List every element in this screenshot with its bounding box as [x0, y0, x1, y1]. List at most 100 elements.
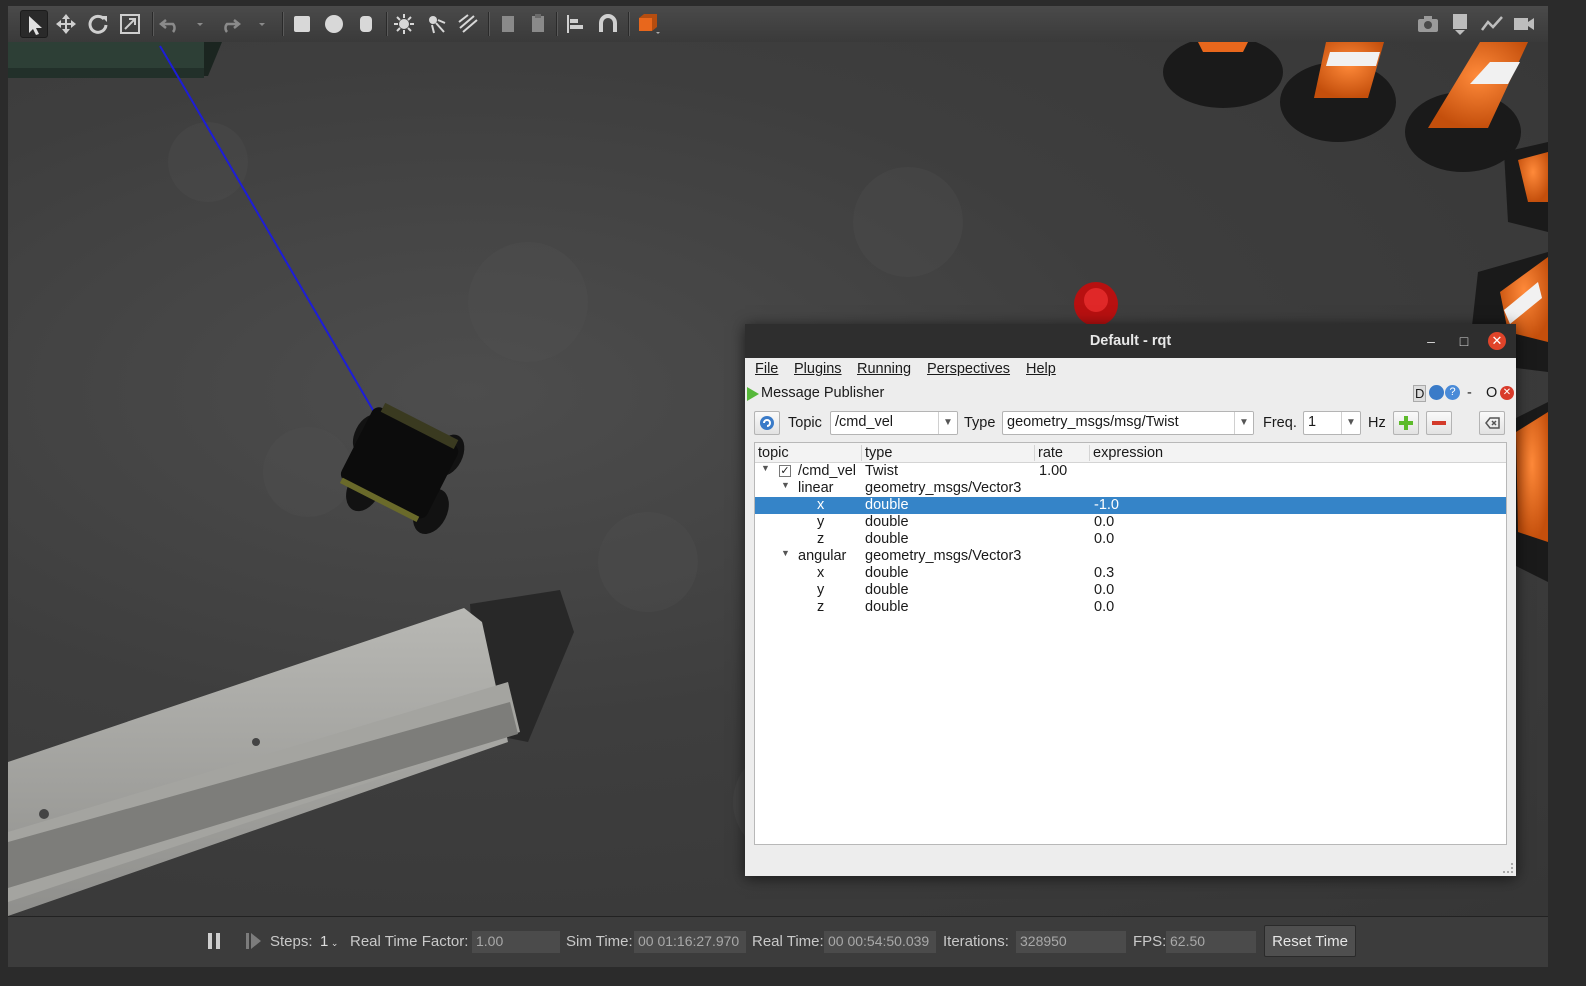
tree-row-linear-x[interactable]: x double -1.0	[755, 497, 1506, 514]
row-type: double	[865, 582, 909, 598]
log-icon[interactable]	[1446, 10, 1474, 38]
add-publisher-button[interactable]	[1393, 411, 1419, 435]
select-mode-icon[interactable]	[20, 10, 48, 38]
header-rate[interactable]: rate	[1035, 445, 1090, 461]
scale-mode-icon[interactable]	[116, 10, 144, 38]
refresh-topics-button[interactable]	[754, 411, 780, 435]
expand-caret-icon[interactable]: ▼	[781, 548, 790, 558]
resize-grip-icon[interactable]	[1503, 863, 1513, 873]
clear-button[interactable]	[1479, 411, 1505, 435]
sim-time-value: 00 01:16:27.970	[634, 931, 746, 953]
tree-row-angular-z[interactable]: z double 0.0	[755, 599, 1506, 616]
tree-row-angular-y[interactable]: y double 0.0	[755, 582, 1506, 599]
real-time-label: Real Time:	[752, 933, 824, 950]
copy-icon[interactable]	[494, 10, 522, 38]
tree-row-angular[interactable]: ▼ angular geometry_msgs/Vector3	[755, 548, 1506, 565]
row-expression[interactable]: 0.0	[1094, 599, 1114, 615]
row-expression[interactable]: -1.0	[1094, 497, 1119, 513]
plugin-title: Message Publisher	[761, 385, 885, 401]
tree-row-linear-z[interactable]: z double 0.0	[755, 531, 1506, 548]
paste-icon[interactable]	[524, 10, 552, 38]
type-value: geometry_msgs/msg/Twist	[1007, 414, 1179, 430]
minimize-plugin-button[interactable]: -	[1467, 385, 1472, 401]
row-expression[interactable]: 0.0	[1094, 582, 1114, 598]
screenshot-camera-icon[interactable]	[1414, 10, 1442, 38]
publisher-tree[interactable]: topic type rate expression ▼ ✓ /cmd_vel …	[754, 442, 1507, 845]
chevron-down-icon: ▼	[938, 412, 957, 434]
plot-icon[interactable]	[1478, 10, 1506, 38]
tree-row-linear[interactable]: ▼ linear geometry_msgs/Vector3	[755, 480, 1506, 497]
header-topic[interactable]: topic	[755, 445, 862, 461]
expand-caret-icon[interactable]: ▼	[781, 480, 790, 490]
align-icon[interactable]	[562, 10, 590, 38]
dock-button[interactable]: D	[1413, 385, 1427, 402]
refresh-icon	[760, 416, 774, 430]
menu-file[interactable]: File	[755, 361, 778, 377]
topic-combobox[interactable]: /cmd_vel ▼	[830, 411, 958, 435]
reset-time-button[interactable]: Reset Time	[1264, 925, 1356, 957]
help-icon[interactable]: ?	[1445, 385, 1460, 400]
minus-icon	[1432, 421, 1446, 425]
point-light-icon[interactable]	[390, 10, 418, 38]
box-shape-icon[interactable]	[288, 10, 316, 38]
row-topic: y	[817, 582, 825, 598]
reload-icon[interactable]	[1429, 385, 1444, 400]
tree-row-angular-x[interactable]: x double 0.3	[755, 565, 1506, 582]
float-plugin-button[interactable]: O	[1486, 385, 1497, 401]
row-type: geometry_msgs/Vector3	[865, 548, 1022, 564]
tree-row-cmd-vel[interactable]: ▼ ✓ /cmd_vel Twist 1.00	[755, 463, 1506, 480]
row-expression[interactable]: 0.0	[1094, 514, 1114, 530]
menu-help[interactable]: Help	[1026, 361, 1056, 377]
steps-spinbox[interactable]: 1 ⌄	[320, 933, 338, 950]
tree-row-linear-y[interactable]: y double 0.0	[755, 514, 1506, 531]
close-plugin-icon[interactable]: ✕	[1500, 386, 1514, 400]
translate-mode-icon[interactable]	[52, 10, 80, 38]
gazebo-toolbar	[8, 6, 1548, 43]
topic-label: Topic	[788, 415, 822, 431]
snap-magnet-icon[interactable]	[594, 10, 622, 38]
directional-light-icon[interactable]	[454, 10, 482, 38]
steps-label: Steps:	[270, 933, 313, 950]
sphere-shape-icon[interactable]	[320, 10, 348, 38]
change-view-icon[interactable]	[634, 10, 662, 38]
redo-icon[interactable]	[216, 10, 244, 38]
rqt-titlebar[interactable]: Default - rqt – □ ✕	[745, 324, 1516, 358]
pause-icon[interactable]	[208, 933, 222, 951]
spot-light-icon[interactable]	[422, 10, 450, 38]
expand-caret-icon[interactable]: ▼	[761, 463, 770, 473]
record-video-icon[interactable]	[1510, 10, 1538, 38]
menu-running[interactable]: Running	[857, 361, 911, 377]
rotate-mode-icon[interactable]	[84, 10, 112, 38]
chevron-down-icon: ▼	[1341, 412, 1360, 434]
freq-value: 1	[1308, 414, 1317, 430]
maximize-icon[interactable]: □	[1455, 332, 1473, 350]
row-type: double	[865, 599, 909, 615]
menu-perspectives[interactable]: Perspectives	[927, 361, 1010, 377]
plus-icon	[1399, 416, 1413, 430]
menu-plugins[interactable]: Plugins	[794, 361, 842, 377]
rqt-window: Default - rqt – □ ✕ File Plugins Running…	[745, 324, 1516, 876]
header-type[interactable]: type	[862, 445, 1035, 461]
real-time-value: 00 00:54:50.039	[824, 931, 936, 953]
row-rate[interactable]: 1.00	[1039, 463, 1067, 479]
row-topic: /cmd_vel	[798, 463, 857, 479]
row-type: geometry_msgs/Vector3	[865, 480, 1022, 496]
freq-combobox[interactable]: 1 ▼	[1303, 411, 1361, 435]
fps-value: 62.50	[1166, 931, 1256, 953]
row-expression[interactable]: 0.3	[1094, 565, 1114, 581]
header-expression[interactable]: expression	[1090, 445, 1506, 461]
container-object	[8, 42, 222, 78]
step-forward-icon[interactable]	[246, 933, 262, 951]
type-combobox[interactable]: geometry_msgs/msg/Twist ▼	[1002, 411, 1254, 435]
redo-history-icon[interactable]	[248, 10, 276, 38]
fps-label: FPS:	[1133, 933, 1167, 950]
undo-icon[interactable]	[156, 10, 184, 38]
row-expression[interactable]: 0.0	[1094, 531, 1114, 547]
minimize-icon[interactable]: –	[1422, 332, 1440, 350]
cylinder-shape-icon[interactable]	[352, 10, 380, 38]
row-type: double	[865, 531, 909, 547]
remove-publisher-button[interactable]	[1426, 411, 1452, 435]
undo-history-icon[interactable]	[186, 10, 214, 38]
enable-checkbox[interactable]: ✓	[779, 465, 791, 477]
close-icon[interactable]: ✕	[1488, 332, 1506, 350]
